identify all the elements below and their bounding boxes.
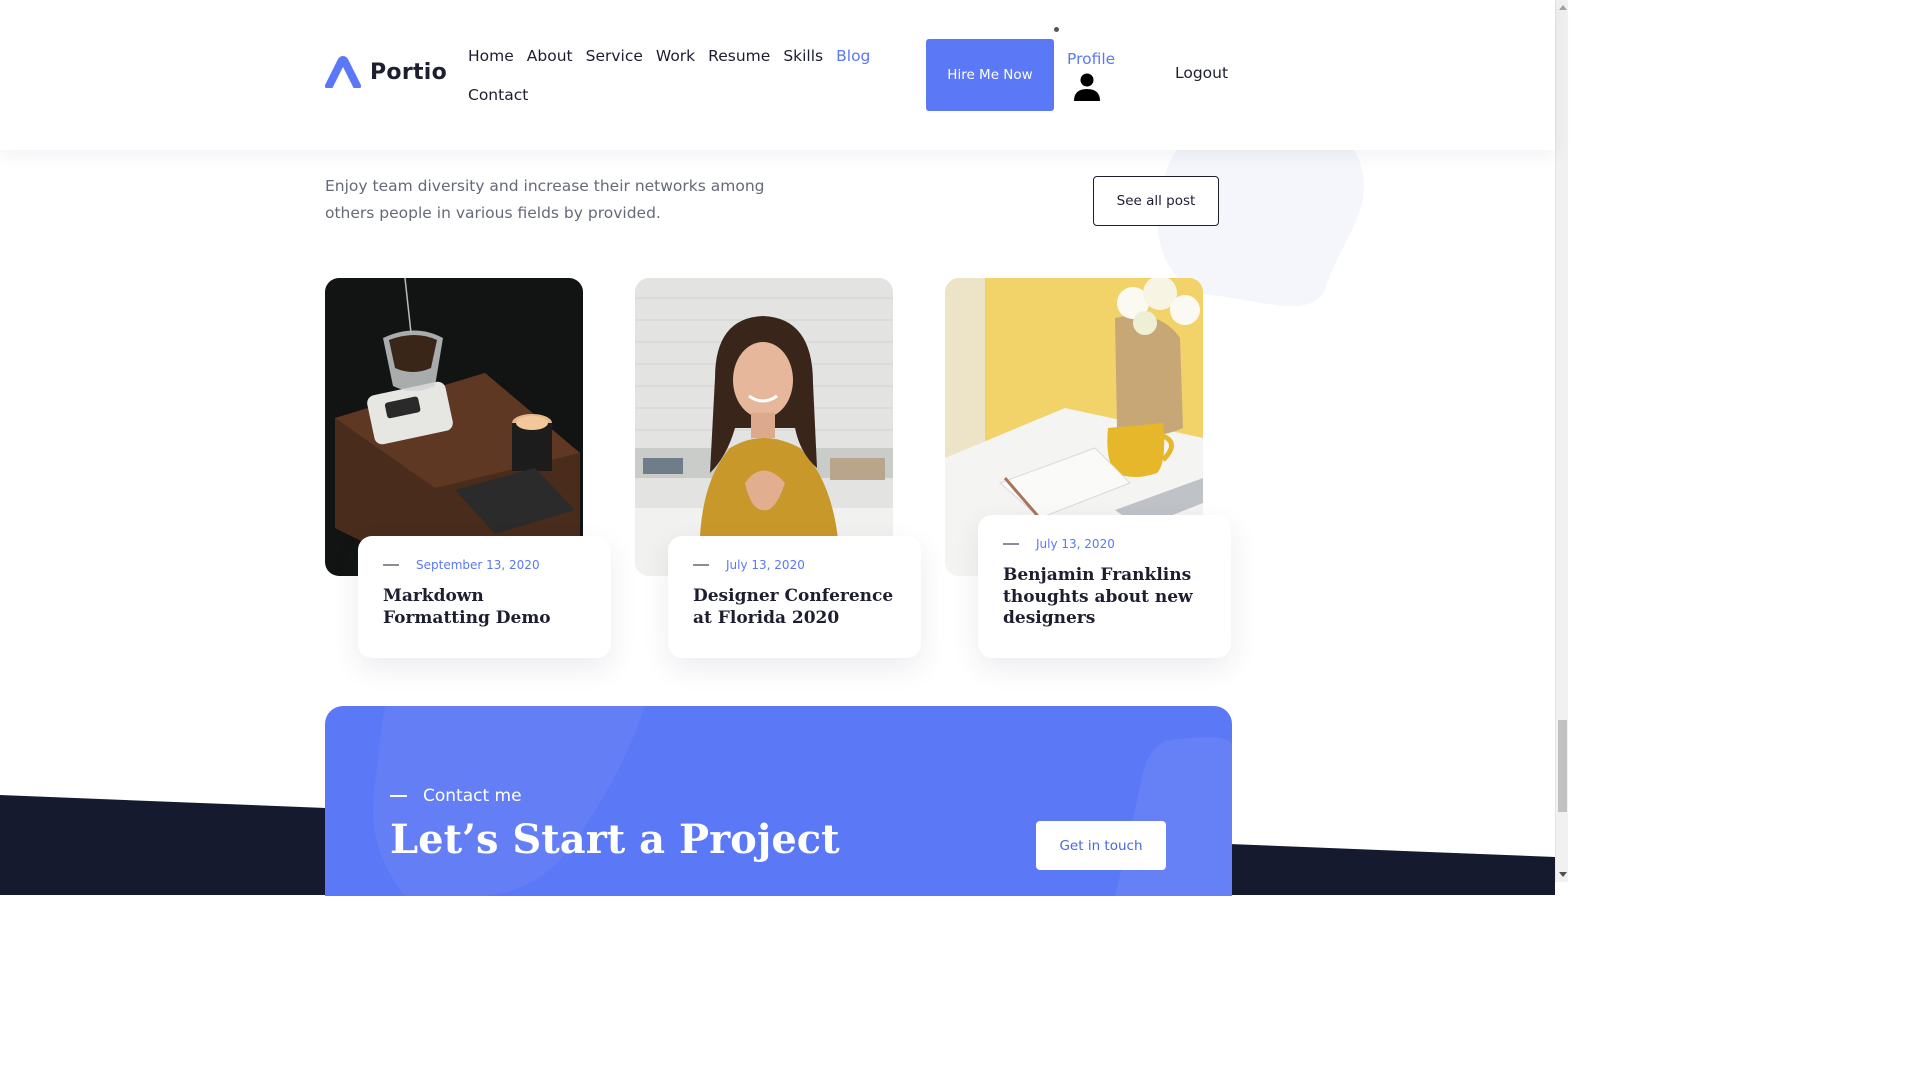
cta-title: Let’s Start a Project <box>390 816 840 863</box>
nav-item-resume[interactable]: Resume <box>708 47 770 65</box>
profile-link[interactable]: Profile <box>1067 50 1115 102</box>
logo[interactable]: Portio <box>325 56 447 88</box>
person-icon <box>1074 73 1100 101</box>
main-nav: Home About Service Work Resume Skills Bl… <box>468 36 888 114</box>
cta-eyebrow: Contact me <box>390 786 522 806</box>
blog-card-info: July 13, 2020 Designer Conference at Flo… <box>668 536 921 658</box>
nav-item-home[interactable]: Home <box>468 47 514 65</box>
cta-eyebrow-text: Contact me <box>423 786 522 806</box>
profile-label: Profile <box>1067 50 1116 68</box>
date-dash <box>1003 543 1019 545</box>
hire-me-button[interactable]: Hire Me Now <box>926 39 1054 111</box>
nav-item-about[interactable]: About <box>527 47 573 65</box>
smiling-woman-photo[interactable] <box>635 278 893 576</box>
get-in-touch-button[interactable]: Get in touch <box>1036 821 1166 870</box>
blog-intro-text: Enjoy team diversity and increase their … <box>325 177 765 222</box>
see-all-posts-button[interactable]: See all post <box>1093 176 1219 226</box>
post-date: September 13, 2020 <box>383 558 587 572</box>
post-title[interactable]: Benjamin Franklins thoughts about new de… <box>1003 565 1207 630</box>
scroll-up-arrow-icon[interactable] <box>1559 5 1567 10</box>
logo-text: Portio <box>370 59 448 85</box>
coffee-pour-over-photo[interactable] <box>325 278 583 576</box>
date-dash <box>693 564 709 566</box>
nav-item-blog[interactable]: Blog <box>836 47 870 65</box>
nav-dot <box>1054 27 1059 32</box>
eyebrow-dash <box>390 795 407 797</box>
post-title[interactable]: Markdown Formatting Demo <box>383 586 587 629</box>
nav-item-service[interactable]: Service <box>586 47 643 65</box>
scroll-down-arrow-icon[interactable] <box>1559 872 1567 877</box>
post-date: July 13, 2020 <box>1003 537 1207 551</box>
date-dash <box>383 564 399 566</box>
post-title[interactable]: Designer Conference at Florida 2020 <box>693 586 897 629</box>
nav-item-work[interactable]: Work <box>656 47 695 65</box>
site-header: Portio Home About Service Work Resume Sk… <box>0 0 1555 150</box>
blog-card-info: September 13, 2020 Markdown Formatting D… <box>358 536 611 658</box>
nav-item-skills[interactable]: Skills <box>783 47 823 65</box>
post-date-text: July 13, 2020 <box>1036 537 1115 551</box>
post-date-text: September 13, 2020 <box>416 558 540 572</box>
post-date: July 13, 2020 <box>693 558 897 572</box>
logout-link[interactable]: Logout <box>1175 64 1228 82</box>
nav-row-2: Contact <box>468 75 888 114</box>
scroll-thumb[interactable] <box>1558 720 1567 812</box>
nav-item-contact[interactable]: Contact <box>468 86 528 104</box>
contact-cta: Contact me Let’s Start a Project Get in … <box>325 706 1232 896</box>
page-scrollbar[interactable] <box>1555 0 1568 882</box>
nav-row-1: Home About Service Work Resume Skills Bl… <box>468 36 888 75</box>
blog-card-info: July 13, 2020 Benjamin Franklins thought… <box>978 515 1231 658</box>
post-date-text: July 13, 2020 <box>726 558 805 572</box>
logo-mark-icon <box>325 56 361 88</box>
